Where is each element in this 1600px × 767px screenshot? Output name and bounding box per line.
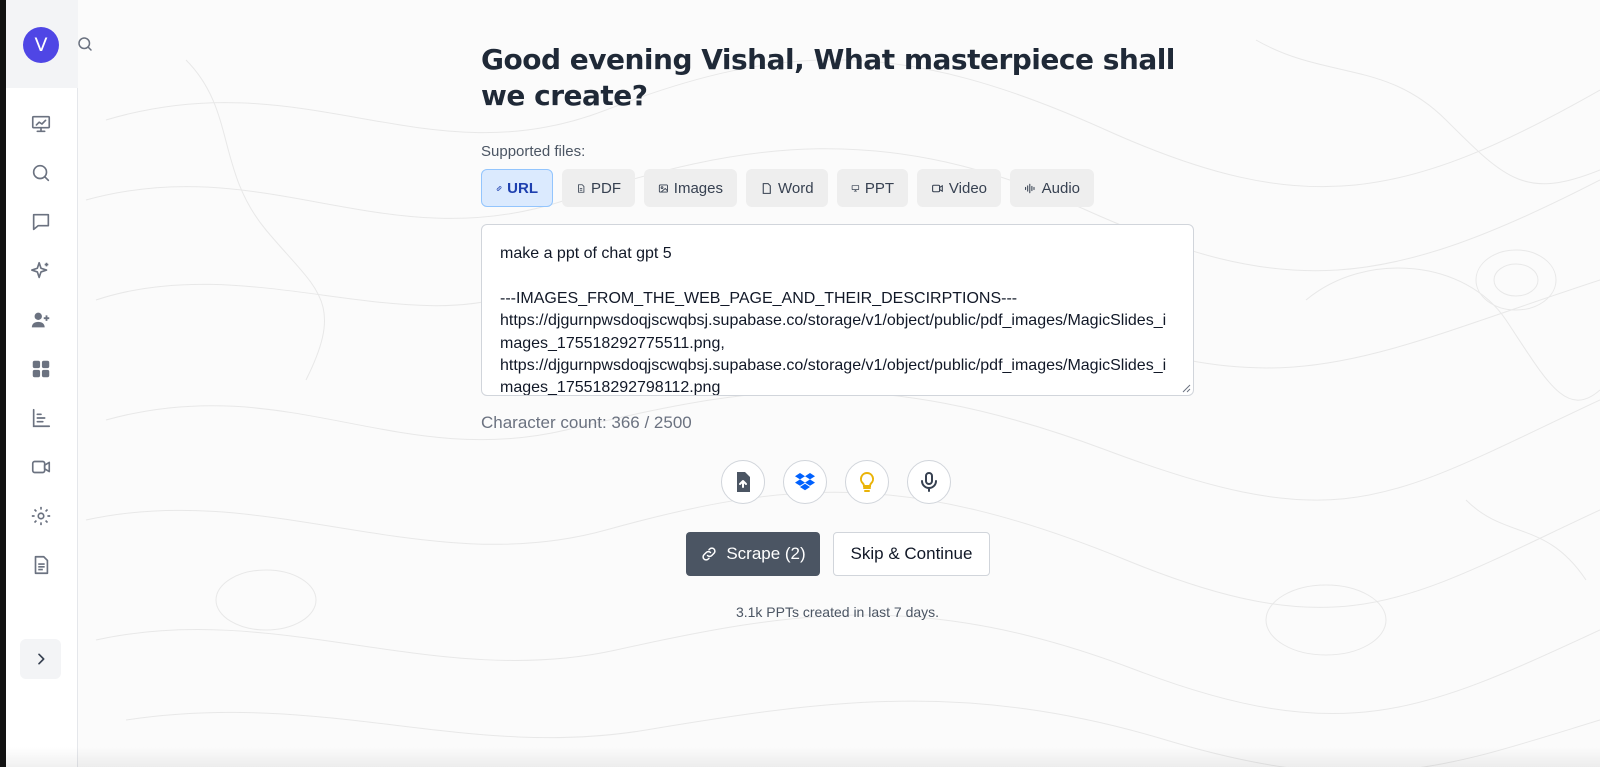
sidebar-item-documents[interactable]	[28, 552, 54, 578]
prompt-text[interactable]: make a ppt of chat gpt 5 ---IMAGES_FROM_…	[500, 243, 1170, 395]
tab-url[interactable]: URL	[481, 169, 553, 207]
tab-word[interactable]: Word	[746, 169, 828, 207]
scrape-button[interactable]: Scrape (2)	[686, 532, 820, 576]
tab-ppt-label: PPT	[864, 179, 894, 197]
sidebar-item-settings[interactable]	[28, 503, 54, 529]
sidebar: V	[6, 0, 78, 767]
sidebar-item-add-user[interactable]	[28, 307, 54, 333]
supported-files-label: Supported files:	[481, 143, 586, 160]
page-title: Good evening Vishal, What masterpiece sh…	[481, 43, 1175, 112]
dropbox-button[interactable]	[783, 460, 827, 504]
tab-url-label: URL	[507, 179, 538, 197]
top-search-button[interactable]	[76, 35, 96, 55]
tab-ppt[interactable]: PPT	[837, 169, 908, 207]
dropbox-icon	[795, 473, 815, 491]
link-icon	[702, 547, 716, 561]
link-icon	[496, 185, 502, 191]
skip-continue-label: Skip & Continue	[850, 544, 973, 563]
image-icon	[658, 183, 668, 193]
sidebar-item-ai[interactable]	[28, 258, 54, 284]
grid-icon	[32, 360, 50, 378]
app-window: V Good evening Vishal, What masterpiece …	[6, 0, 1600, 767]
voice-input-button[interactable]	[907, 460, 951, 504]
search-icon	[78, 37, 92, 51]
presentation-icon	[31, 115, 51, 133]
bar-chart-icon	[32, 408, 51, 428]
sidebar-item-search[interactable]	[28, 160, 54, 186]
tab-audio-label: Audio	[1041, 179, 1080, 197]
file-icon	[762, 182, 771, 194]
video-icon	[31, 460, 51, 474]
search-icon	[32, 164, 50, 182]
tab-audio[interactable]: Audio	[1010, 169, 1094, 207]
audio-wave-icon	[1025, 183, 1035, 193]
sidebar-item-templates[interactable]	[28, 356, 54, 382]
document-icon	[34, 555, 49, 575]
tab-images[interactable]: Images	[644, 169, 737, 207]
lightbulb-icon	[859, 471, 875, 492]
microphone-icon	[921, 472, 937, 492]
chevron-right-icon	[37, 653, 44, 665]
sidebar-item-presentations[interactable]	[28, 111, 54, 137]
upload-file-button[interactable]	[721, 460, 765, 504]
bottom-shadow	[6, 747, 1600, 767]
tab-video-label: Video	[948, 179, 987, 197]
sparkles-icon	[31, 261, 49, 279]
sidebar-item-analytics[interactable]	[28, 405, 54, 431]
usage-stats: 3.1k PPTs created in last 7 days.	[735, 604, 940, 620]
scrape-button-label: Scrape (2)	[726, 544, 806, 563]
sidebar-item-chat[interactable]	[28, 209, 54, 235]
character-count: Character count: 366 / 2500	[481, 413, 692, 432]
avatar[interactable]: V	[23, 27, 59, 63]
gear-icon	[31, 506, 51, 526]
avatar-container: V	[6, 0, 78, 88]
expand-sidebar-button[interactable]	[20, 639, 61, 679]
tab-images-label: Images	[673, 179, 723, 197]
prompt-textarea[interactable]: make a ppt of chat gpt 5 ---IMAGES_FROM_…	[481, 224, 1194, 396]
resize-handle-icon[interactable]	[1181, 383, 1191, 393]
presentation-icon	[851, 184, 860, 191]
tab-word-label: Word	[778, 179, 814, 197]
file-icon	[578, 183, 585, 193]
tab-pdf[interactable]: PDF	[562, 169, 635, 207]
tab-video[interactable]: Video	[917, 169, 1001, 207]
video-icon	[932, 184, 943, 192]
chat-icon	[32, 213, 50, 231]
tab-pdf-label: PDF	[591, 179, 621, 197]
upload-file-icon	[737, 472, 750, 492]
sidebar-item-video[interactable]	[28, 454, 54, 480]
add-user-icon	[31, 312, 50, 328]
ideas-button[interactable]	[845, 460, 889, 504]
skip-continue-button[interactable]: Skip & Continue	[833, 532, 990, 576]
